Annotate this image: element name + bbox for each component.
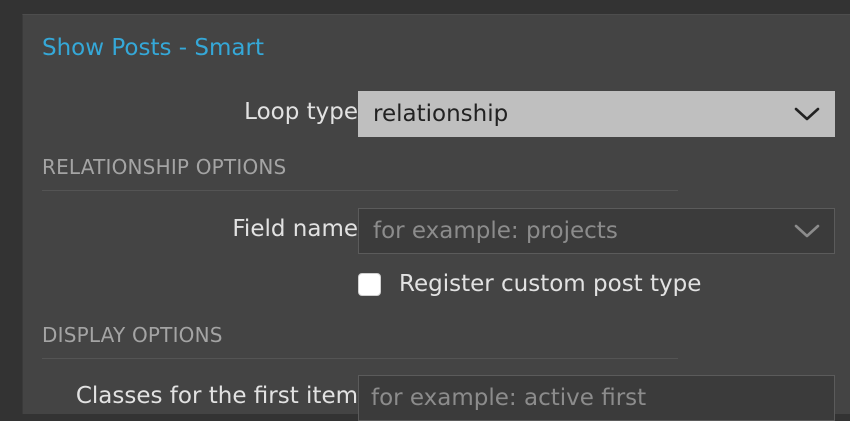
field-name-placeholder: for example: projects [373, 218, 618, 244]
field-name-select[interactable]: for example: projects [358, 208, 835, 254]
register-cpt-checkbox[interactable] [358, 272, 381, 296]
loop-type-value: relationship [373, 101, 509, 127]
show-posts-panel: Show Posts - Smart Loop type relationshi… [22, 14, 850, 421]
display-options-heading: DISPLAY OPTIONS [42, 323, 678, 359]
field-name-label: Field name [232, 216, 358, 242]
first-item-classes-input[interactable] [358, 375, 835, 421]
first-item-classes-label: Classes for the first item [75, 383, 358, 409]
relationship-options-heading: RELATIONSHIP OPTIONS [42, 155, 678, 191]
chevron-down-icon [794, 107, 820, 121]
loop-type-label: Loop type [244, 99, 358, 125]
chevron-down-icon [794, 224, 820, 238]
register-cpt-label: Register custom post type [399, 271, 702, 297]
loop-type-select[interactable]: relationship [358, 91, 835, 137]
register-cpt-row[interactable]: Register custom post type [358, 271, 701, 297]
panel-title: Show Posts - Smart [42, 35, 264, 61]
